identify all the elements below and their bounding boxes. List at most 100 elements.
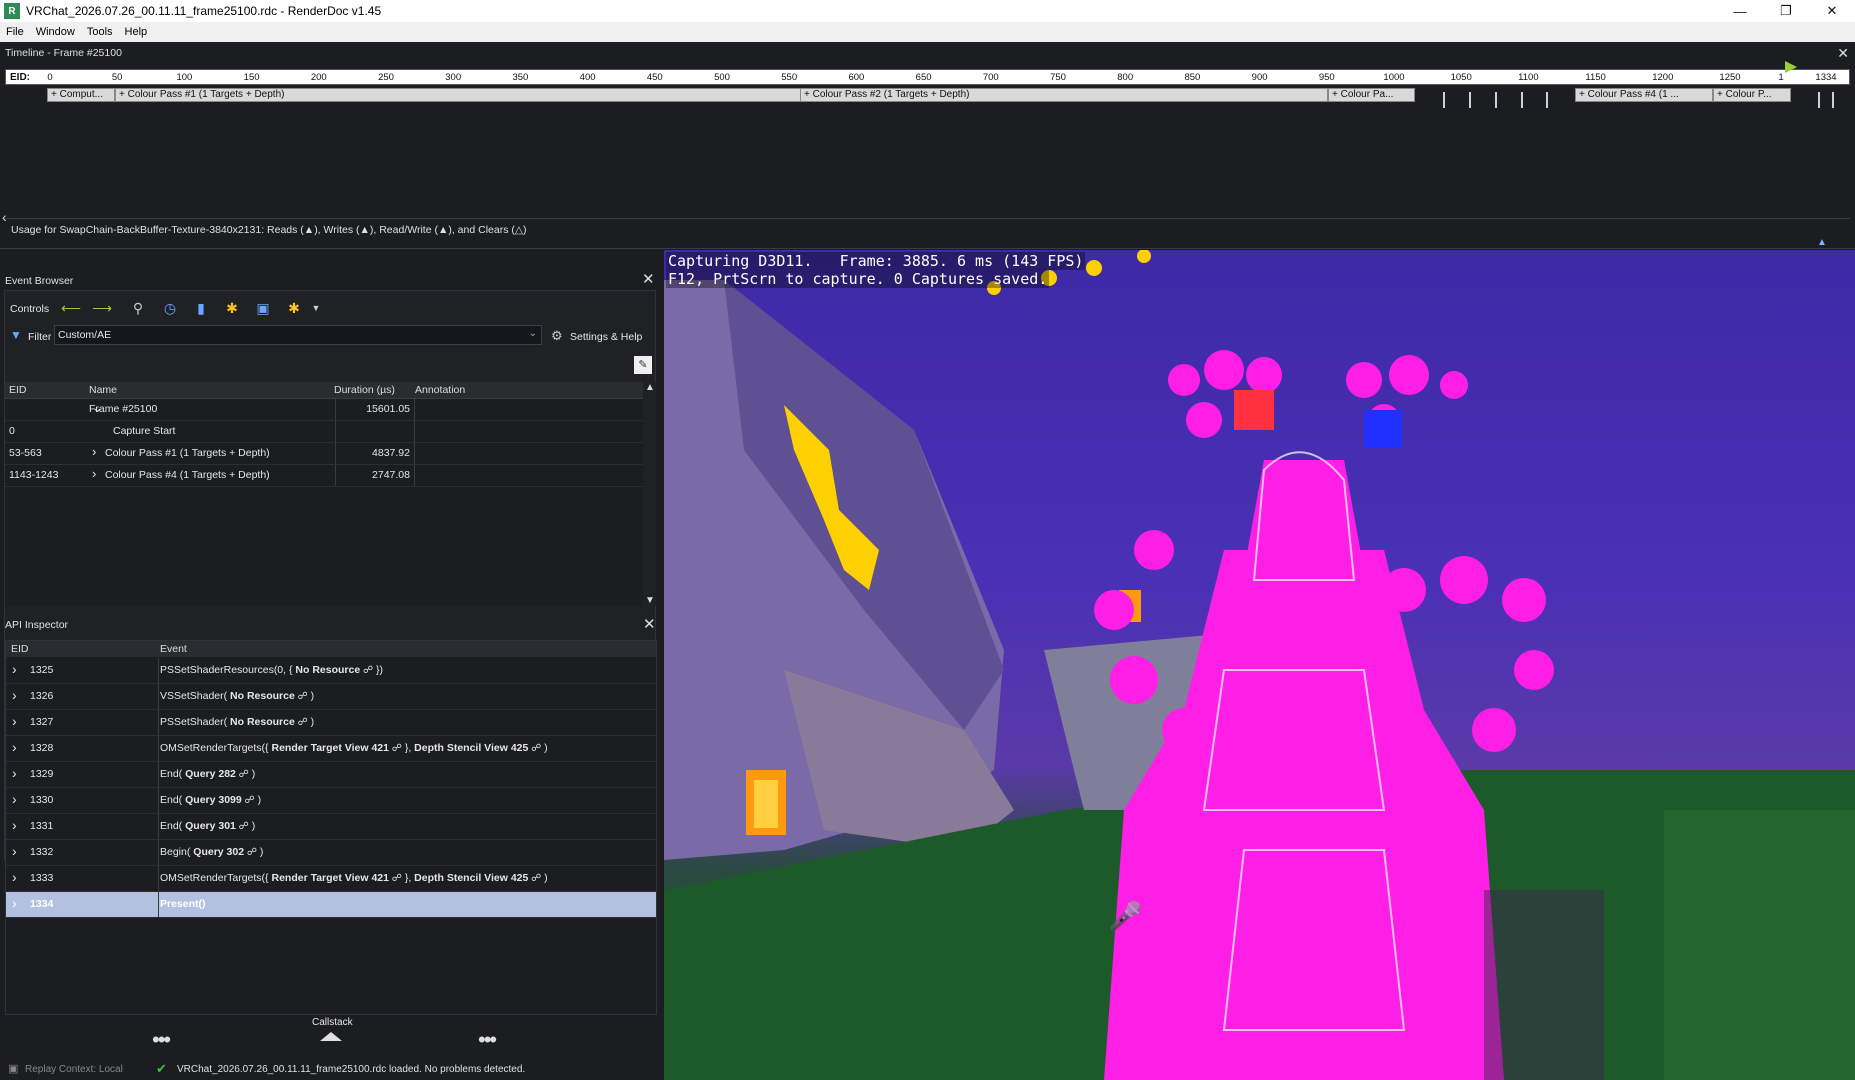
- timeline-close-button[interactable]: ✕: [1837, 45, 1849, 62]
- event-row[interactable]: 0 Capture Start: [5, 421, 643, 443]
- save-icon[interactable]: ▣: [253, 299, 273, 317]
- resource-link[interactable]: No Resource: [230, 716, 295, 728]
- resource-link[interactable]: Query 282: [185, 768, 236, 780]
- api-row[interactable]: › 1325 PSSetShaderResources(0, { No Resour…: [6, 658, 656, 684]
- event-row[interactable]: 1143-1243 › Colour Pass #4 (1 Targets + De…: [5, 465, 643, 487]
- api-row[interactable]: › 1332 Begin( Query 302 ☍ ): [6, 840, 656, 866]
- timeline-pass[interactable]: + Colour Pa...: [1328, 88, 1415, 102]
- expand-chevron-icon[interactable]: ›: [12, 713, 17, 729]
- link-icon[interactable]: ☍: [528, 743, 541, 754]
- scroll-down-icon[interactable]: ▼: [645, 595, 655, 606]
- event-row[interactable]: 53-563 › Colour Pass #1 (1 Targets + Depth…: [5, 443, 643, 465]
- timeline-pass[interactable]: + Colour Pass #2 (1 Targets + Depth): [800, 88, 1328, 102]
- link-icon[interactable]: ☍: [389, 873, 402, 884]
- link-icon[interactable]: ☍: [236, 769, 249, 780]
- column-event[interactable]: Event: [160, 643, 187, 655]
- resource-link[interactable]: Query 302: [193, 846, 244, 858]
- expand-chevron-icon[interactable]: ›: [12, 661, 17, 677]
- timeline-pass[interactable]: + Colour Pass #1 (1 Targets + Depth): [115, 88, 805, 102]
- restore-button[interactable]: ❐: [1763, 0, 1809, 22]
- menu-file[interactable]: File: [0, 26, 30, 38]
- menu-help[interactable]: Help: [119, 26, 154, 38]
- menu-window[interactable]: Window: [30, 26, 81, 38]
- api-row[interactable]: › 1327 PSSetShader( No Resource ☍ ): [6, 710, 656, 736]
- link-icon[interactable]: ☍: [389, 743, 402, 754]
- resource-link[interactable]: Depth Stencil View 425: [414, 872, 528, 884]
- filter-input[interactable]: Custom/AE ⌄: [54, 325, 542, 345]
- dropdown-chevron-icon[interactable]: ▼: [306, 299, 326, 317]
- expand-chevron-icon[interactable]: ›: [12, 765, 17, 781]
- timeline-pass[interactable]: + Colour P...: [1713, 88, 1791, 102]
- api-row[interactable]: › 1331 End( Query 301 ☍ ): [6, 814, 656, 840]
- close-button[interactable]: ✕: [1809, 0, 1855, 22]
- timeline-tick-label: 250: [378, 72, 394, 83]
- resource-link[interactable]: Render Target View 421: [271, 872, 389, 884]
- column-divider: [158, 892, 159, 917]
- resource-link[interactable]: Render Target View 421: [271, 742, 389, 754]
- find-binoculars-icon[interactable]: ⚲: [128, 299, 148, 317]
- api-row[interactable]: › 1334 Present(): [6, 892, 656, 918]
- event-tree-scrollbar[interactable]: ▲ ▼: [644, 382, 656, 606]
- expand-chevron-icon[interactable]: ›: [12, 843, 17, 859]
- bookmark-star-icon[interactable]: ✱: [222, 299, 242, 317]
- expand-chevron-icon[interactable]: ›: [12, 817, 17, 833]
- link-icon[interactable]: ☍: [295, 717, 308, 728]
- timings-chart-icon[interactable]: ▮: [191, 299, 211, 317]
- settings-help-button[interactable]: Settings & Help: [570, 331, 642, 343]
- resource-link[interactable]: Query 3099: [185, 794, 242, 806]
- column-name[interactable]: Name: [89, 384, 117, 396]
- clock-icon[interactable]: ◷: [160, 299, 180, 317]
- expand-chevron-icon[interactable]: ›: [12, 895, 17, 911]
- event-browser-close-button[interactable]: ✕: [642, 270, 655, 288]
- api-row[interactable]: › 1330 End( Query 3099 ☍ ): [6, 788, 656, 814]
- expand-chevron-icon[interactable]: ›: [12, 869, 17, 885]
- scroll-up-icon[interactable]: ▲: [645, 382, 655, 393]
- callstack-label[interactable]: Callstack: [312, 1017, 353, 1028]
- resource-link[interactable]: No Resource: [295, 664, 360, 676]
- expand-chevron-icon[interactable]: ›: [92, 444, 96, 459]
- api-inspector-close-button[interactable]: ✕: [643, 615, 656, 633]
- timeline-pass[interactable]: + Colour Pass #4 (1 ...: [1575, 88, 1713, 102]
- column-eid[interactable]: EID: [9, 384, 27, 396]
- resource-link[interactable]: No Resource: [230, 690, 295, 702]
- replay-context[interactable]: Replay Context: Local: [25, 1064, 123, 1075]
- link-icon[interactable]: ☍: [244, 847, 257, 858]
- api-row[interactable]: › 1333 OMSetRenderTargets({ Render Target …: [6, 866, 656, 892]
- expand-chevron-icon[interactable]: ›: [12, 791, 17, 807]
- chevron-down-icon[interactable]: ⌄: [529, 328, 537, 339]
- event-row[interactable]: ⌄ Frame #25100 15601.05: [5, 399, 643, 421]
- link-icon[interactable]: ☍: [528, 873, 541, 884]
- more-dots-icon[interactable]: •••: [478, 1027, 497, 1053]
- previous-arrow-icon[interactable]: ⟵: [61, 299, 81, 317]
- link-icon[interactable]: ☍: [360, 665, 373, 676]
- timeline-tick-label: 300: [445, 72, 462, 83]
- timeline-pass[interactable]: + Comput...: [47, 88, 115, 102]
- api-row[interactable]: › 1328 OMSetRenderTargets({ Render Target …: [6, 736, 656, 762]
- callstack-expand-icon[interactable]: [320, 1032, 342, 1041]
- link-icon[interactable]: ☍: [236, 821, 249, 832]
- chevron-left-icon[interactable]: ‹: [2, 209, 7, 225]
- gear-icon[interactable]: ⚙: [551, 328, 563, 344]
- timeline-ruler[interactable]: EID: 0 50 100 150 200 250 300 350 400 450 500 550 60…: [5, 69, 1850, 85]
- api-call-text: Present(): [160, 898, 206, 910]
- extensions-icon[interactable]: ✱: [284, 299, 304, 317]
- link-icon[interactable]: ☍: [295, 691, 308, 702]
- more-dots-icon[interactable]: •••: [152, 1027, 171, 1053]
- api-row[interactable]: › 1326 VSSetShader( No Resource ☍ ): [6, 684, 656, 710]
- column-eid[interactable]: EID: [11, 643, 29, 655]
- expand-chevron-icon[interactable]: ›: [12, 687, 17, 703]
- minimize-button[interactable]: —: [1717, 0, 1763, 22]
- resource-link[interactable]: Depth Stencil View 425: [414, 742, 528, 754]
- annotate-edit-icon[interactable]: ✎: [634, 356, 652, 374]
- resource-link[interactable]: Query 301: [185, 820, 236, 832]
- next-arrow-icon[interactable]: ⟶: [92, 299, 112, 317]
- expand-chevron-icon[interactable]: ›: [92, 466, 96, 481]
- menu-tools[interactable]: Tools: [81, 26, 119, 38]
- column-annotation[interactable]: Annotation: [415, 384, 465, 396]
- expand-chevron-icon[interactable]: ›: [12, 739, 17, 755]
- link-icon[interactable]: ☍: [242, 795, 255, 806]
- timeline-tick-label: 700: [982, 72, 999, 83]
- api-row[interactable]: › 1329 End( Query 282 ☍ ): [6, 762, 656, 788]
- column-duration[interactable]: Duration (µs): [334, 384, 395, 396]
- api-inspector-tree: EID Event › 1325 PSSetShaderResources(0, {…: [5, 640, 657, 1015]
